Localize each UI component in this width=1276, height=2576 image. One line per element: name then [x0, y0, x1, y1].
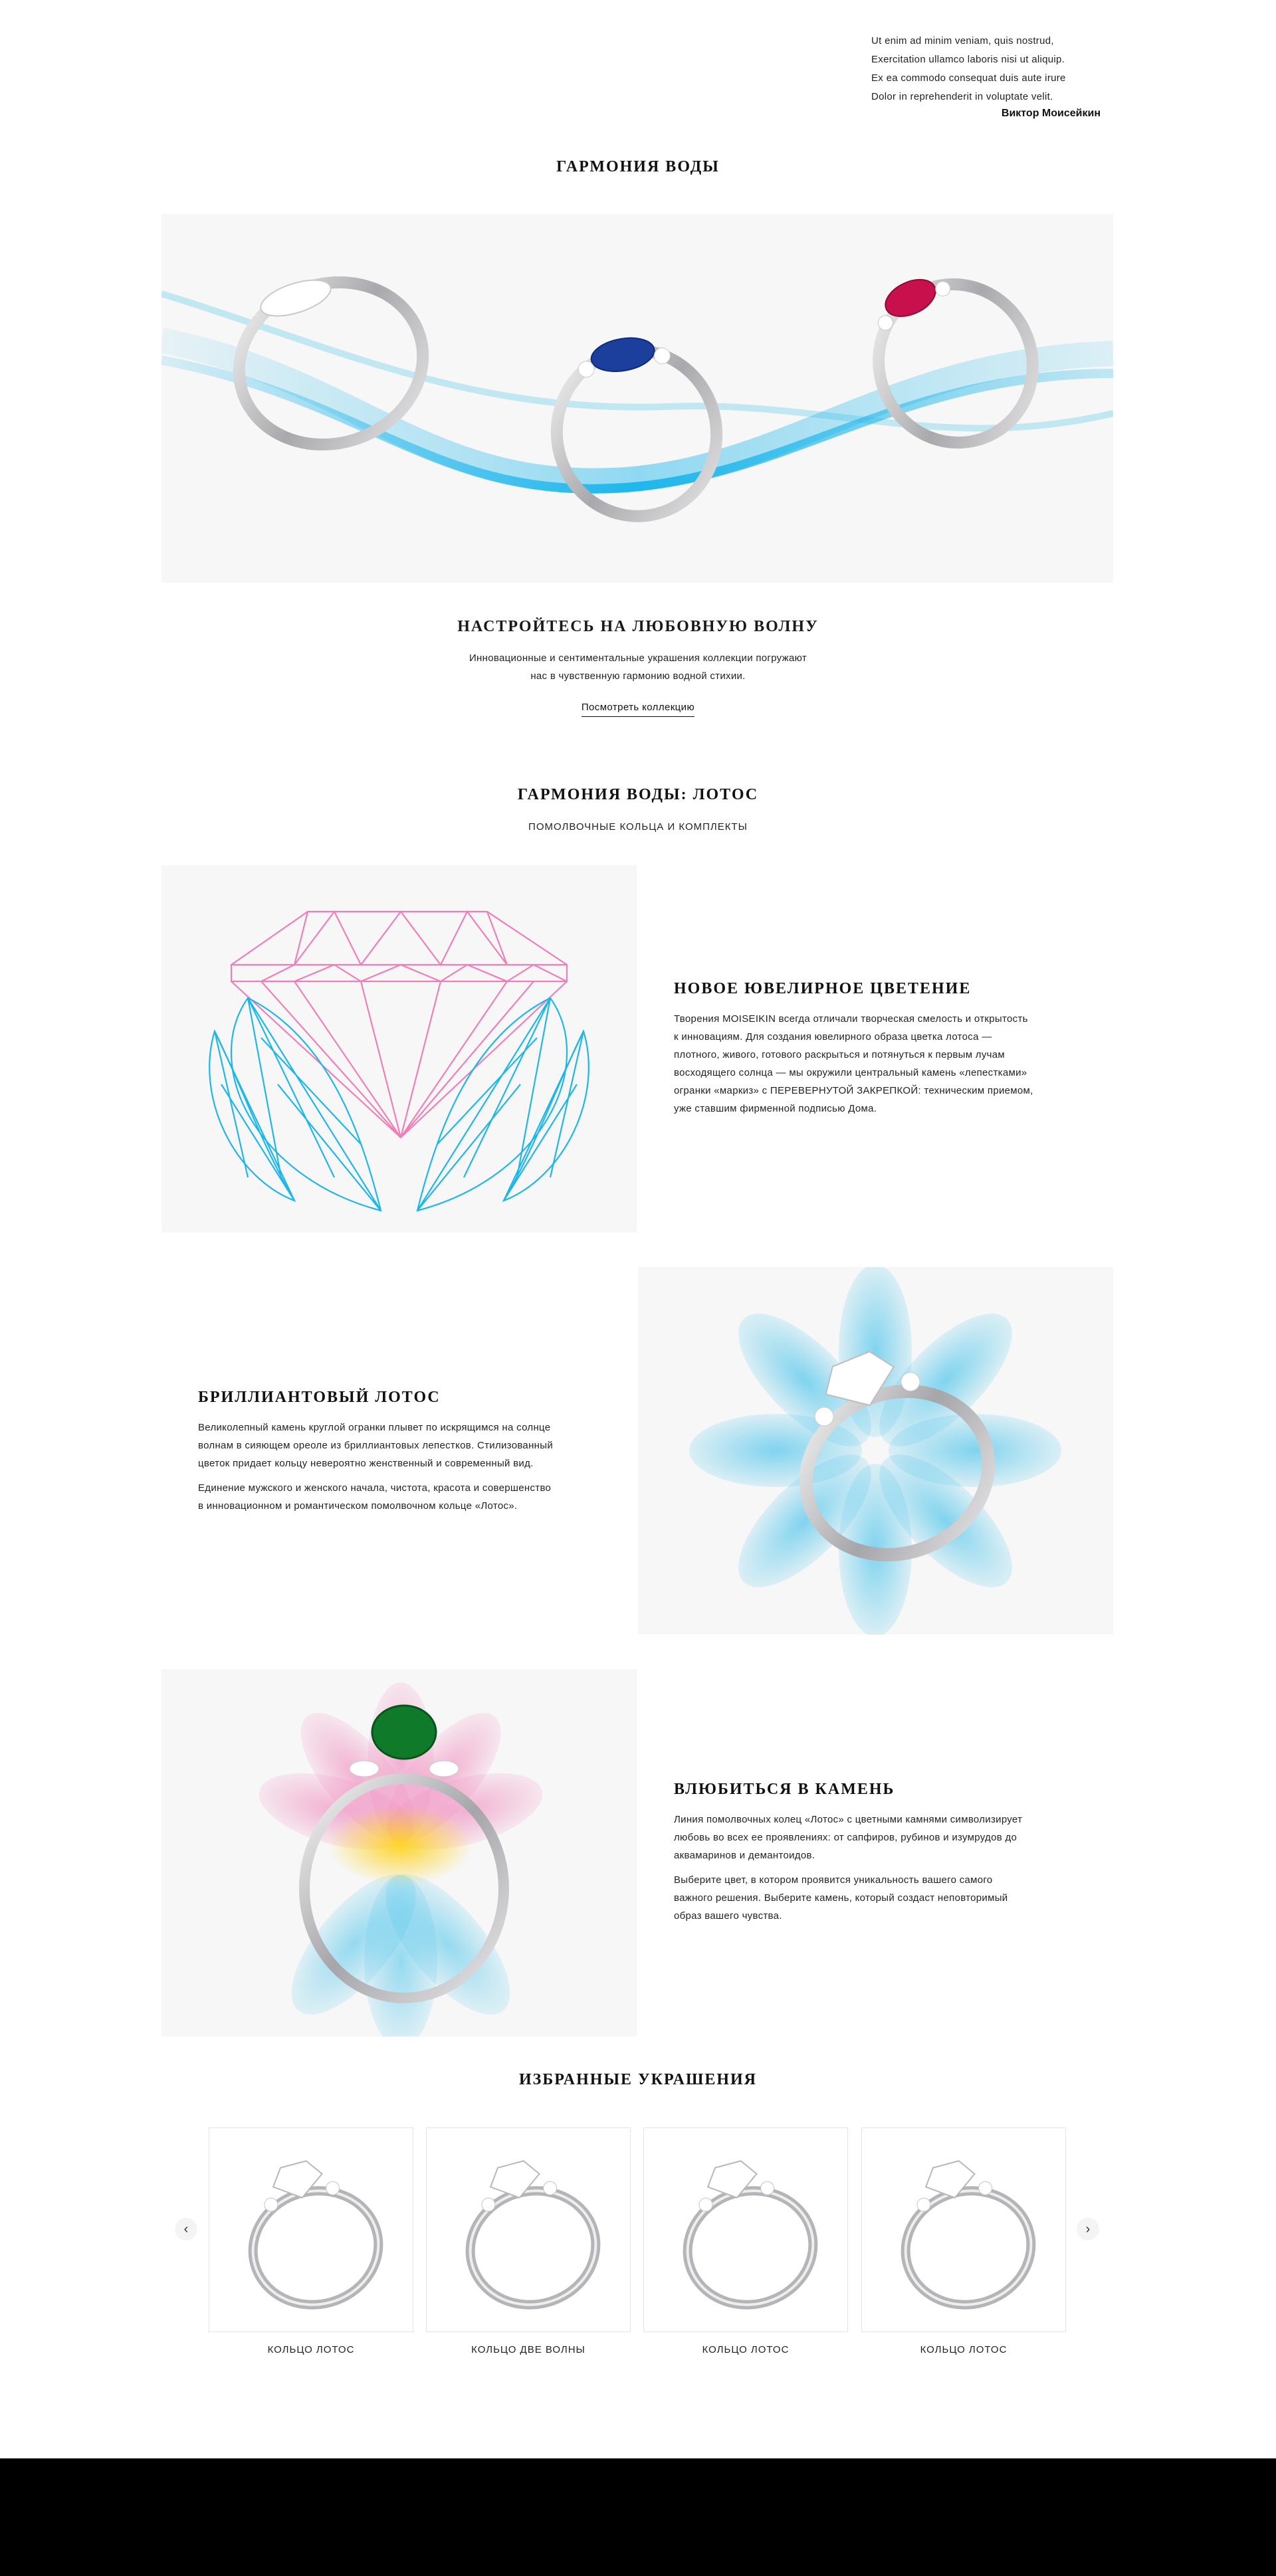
block-diamond-lotus: БРИЛЛИАНТОВЫЙ ЛОТОС Великолепный камень …	[198, 1389, 623, 1515]
block-text: Великолепный камень круглой огранки плыв…	[198, 1419, 623, 1515]
wave-rings-illustration	[161, 276, 1113, 522]
block-title: ВЛЮБИТЬСЯ В КАМЕНЬ	[674, 1781, 895, 1798]
text-line: Выберите цвет, в котором проявится уника…	[674, 1874, 993, 1886]
quote-text: Ut enim ad minim veniam, quis nostrud, E…	[871, 32, 1104, 106]
text-line: аквамаринов и демантоидов.	[674, 1850, 815, 1861]
block-fall-in-love: ВЛЮБИТЬСЯ В КАМЕНЬ Линия помолвочных кол…	[674, 1781, 1099, 1925]
product-card[interactable]	[426, 2128, 631, 2332]
footer	[0, 2458, 1276, 2576]
product-image	[683, 2160, 818, 2310]
text-line: Творения MOISEIKIN всегда отличали творч…	[674, 1013, 1028, 1025]
product-name[interactable]: КОЛЬЦО ДВЕ ВОЛНЫ	[426, 2344, 631, 2355]
chevron-left-icon: ‹	[183, 2221, 189, 2236]
text-line: уже ставшим фирменной подписью Дома.	[674, 1103, 877, 1114]
intro-text: Инновационные и сентиментальные украшени…	[439, 649, 837, 685]
quote-line: Exercitation ullamco laboris nisi ut ali…	[871, 54, 1065, 65]
text-line: плотного, живого, готового раскрыться и …	[674, 1049, 1006, 1060]
text-line: Линия помолвочных колец «Лотос» с цветны…	[674, 1814, 1023, 1825]
product-image	[248, 2160, 383, 2310]
block-text: Линия помолвочных колец «Лотос» с цветны…	[674, 1811, 1099, 1925]
emerald-lotus-ring-image	[259, 1682, 543, 2036]
text-line: в инновационном и романтическом помолвоч…	[198, 1500, 518, 1512]
view-collection-link[interactable]: Посмотреть коллекцию	[572, 702, 704, 717]
text-line: любовь во всех ее проявлениях: от сапфир…	[674, 1832, 1017, 1843]
block-new-bloom: НОВОЕ ЮВЕЛИРНОЕ ЦВЕТЕНИЕ Творения MOISEI…	[674, 980, 1099, 1118]
lotus-wireframe-illustration	[209, 910, 589, 1212]
diamond-lotus-panel	[638, 1267, 1113, 1635]
product-card[interactable]	[643, 2128, 848, 2332]
intro-text-line: Инновационные и сентиментальные украшени…	[469, 652, 807, 664]
block-text: Творения MOISEIKIN всегда отличали творч…	[674, 1010, 1099, 1118]
carousel-next-button[interactable]: ›	[1077, 2218, 1099, 2240]
quote-line: Ex ea commodo consequat duis aute irure	[871, 72, 1066, 84]
block-title: БРИЛЛИАНТОВЫЙ ЛОТОС	[198, 1389, 441, 1406]
section-title-featured: ИЗБРАННЫЕ УКРАШЕНИЯ	[518, 2071, 757, 2088]
text-line: образ вашего чувства.	[674, 1910, 782, 1922]
ring-sapphire	[550, 337, 723, 522]
carousel-prev-button[interactable]: ‹	[175, 2218, 197, 2240]
block-title: НОВОЕ ЮВЕЛИРНОЕ ЦВЕТЕНИЕ	[674, 980, 972, 997]
text-line: к инновациям. Для создания ювелирного об…	[674, 1031, 992, 1042]
product-name[interactable]: КОЛЬЦО ЛОТОС	[209, 2344, 413, 2355]
text-line: Великолепный камень круглой огранки плыв…	[198, 1422, 551, 1433]
hero-banner	[161, 214, 1113, 583]
text-line: важного решения. Выберите камень, которы…	[674, 1892, 1008, 1904]
chevron-right-icon: ›	[1085, 2221, 1091, 2236]
product-name[interactable]: КОЛЬЦО ЛОТОС	[643, 2344, 848, 2355]
quote-author: Виктор Моисейкин	[1001, 108, 1101, 119]
intro-text-line: нас в чувственную гармонию водной стихии…	[530, 670, 746, 682]
product-name[interactable]: КОЛЬЦО ЛОТОС	[861, 2344, 1066, 2355]
product-card[interactable]	[861, 2128, 1066, 2332]
section-subtitle-lotus: ПОМОЛВОЧНЫЕ КОЛЬЦА И КОМПЛЕКТЫ	[528, 821, 748, 833]
section-title-lotus: ГАРМОНИЯ ВОДЫ: ЛОТОС	[517, 786, 759, 803]
text-line: восходящего солнца — мы окружили централ…	[674, 1067, 1027, 1078]
quote-line: Dolor in reprehenderit in voluptate veli…	[871, 91, 1053, 102]
intro-title: НАСТРОЙТЕСЬ НА ЛЮБОВНУЮ ВОЛНУ	[457, 618, 819, 635]
product-card[interactable]	[209, 2128, 413, 2332]
product-image	[465, 2160, 601, 2310]
diamond-lotus-ring-image	[689, 1267, 1061, 1635]
view-collection-link-label[interactable]: Посмотреть коллекцию	[581, 702, 695, 717]
section-title-harmony: ГАРМОНИЯ ВОДЫ	[556, 158, 720, 175]
product-image	[901, 2160, 1036, 2310]
text-line: цветок придает кольцу невероятно женстве…	[198, 1458, 534, 1469]
text-line: волнам в сияющем ореоле из бриллиантовых…	[198, 1440, 554, 1451]
colored-stone-panel	[161, 1669, 637, 2036]
quote-line: Ut enim ad minim veniam, quis nostrud,	[871, 35, 1054, 47]
text-line: Единение мужского и женского начала, чис…	[198, 1482, 552, 1494]
text-line: огранки «маркиз» с ПЕРЕВЕРНУТОЙ ЗАКРЕПКО…	[674, 1085, 1033, 1096]
lotus-geometry-panel	[161, 865, 637, 1233]
ring-ruby	[873, 278, 1039, 449]
